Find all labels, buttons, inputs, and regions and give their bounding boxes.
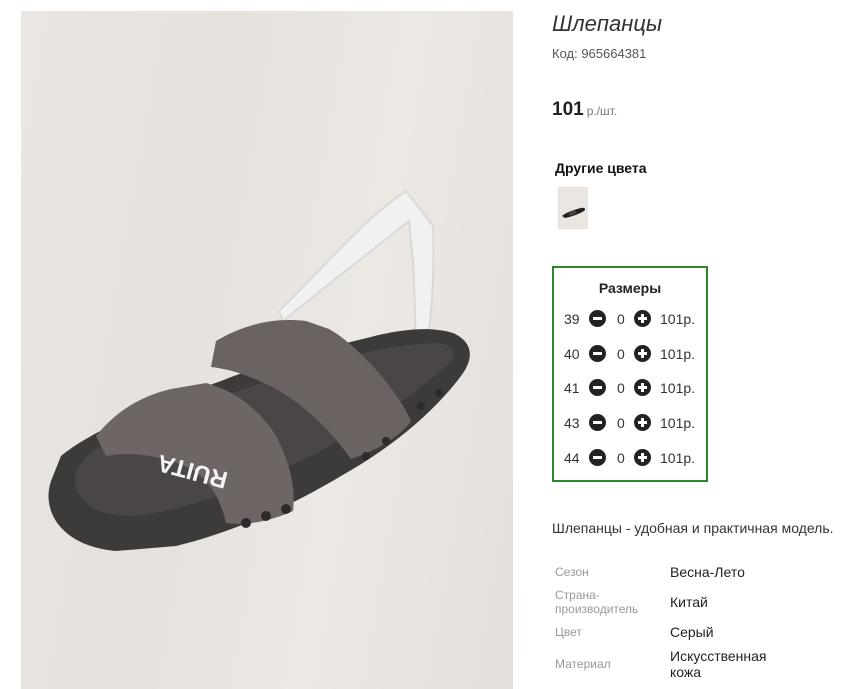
quantity-value: 0 — [617, 380, 625, 396]
price-value: 101 — [552, 99, 584, 120]
size-label: 39 — [564, 311, 580, 327]
attr-value-color: Серый — [670, 624, 714, 640]
product-price: 101 р./шт. — [552, 99, 617, 121]
plus-circle-icon[interactable] — [634, 345, 651, 362]
product-title: Шлепанцы — [552, 11, 663, 36]
plus-circle-icon[interactable] — [634, 379, 651, 396]
attr-label-material: Материал — [555, 657, 611, 671]
attr-value-country: Китай — [670, 594, 708, 610]
other-colors-heading: Другие цвета — [555, 160, 647, 176]
size-price: 101р. — [660, 450, 696, 466]
plus-circle-icon[interactable] — [634, 414, 651, 431]
minus-circle-icon[interactable] — [589, 310, 606, 327]
plus-circle-icon[interactable] — [634, 310, 651, 327]
size-label: 43 — [564, 415, 580, 431]
size-label: 41 — [564, 380, 580, 396]
size-price: 101р. — [660, 311, 696, 327]
size-row: 41 0 101р. — [554, 378, 706, 398]
quantity-value: 0 — [617, 311, 625, 327]
attr-label-country: Страна- производитель — [555, 588, 639, 616]
plus-circle-icon[interactable] — [634, 449, 651, 466]
size-row: 43 0 101р. — [554, 413, 706, 433]
minus-circle-icon[interactable] — [589, 379, 606, 396]
minus-circle-icon[interactable] — [589, 414, 606, 431]
sizes-heading: Размеры — [598, 280, 662, 296]
attr-value-season: Весна-Лето — [670, 564, 745, 580]
size-row: 44 0 101р. — [554, 448, 706, 468]
size-row: 39 0 101р. — [554, 309, 706, 329]
attr-label-season: Сезон — [555, 565, 589, 579]
product-description: Шлепанцы - удобная и практичная модель. — [552, 520, 834, 536]
size-price: 101р. — [660, 415, 696, 431]
sizes-panel: Размеры 39 0 101р. 40 0 101р. 41 0 101р.… — [552, 266, 708, 482]
size-price: 101р. — [660, 380, 696, 396]
product-image[interactable]: RUITA — [21, 11, 513, 689]
size-row: 40 0 101р. — [554, 344, 706, 364]
size-label: 40 — [564, 346, 580, 362]
size-label: 44 — [564, 450, 580, 466]
product-code: Код: 965664381 — [552, 46, 647, 61]
color-variant-thumbnail[interactable] — [558, 187, 588, 229]
quantity-value: 0 — [617, 346, 625, 362]
minus-circle-icon[interactable] — [589, 449, 606, 466]
quantity-value: 0 — [617, 415, 625, 431]
attr-value-material: Искусственная кожа — [670, 648, 767, 680]
attr-label-color: Цвет — [555, 625, 582, 639]
minus-circle-icon[interactable] — [589, 345, 606, 362]
size-price: 101р. — [660, 346, 696, 362]
price-unit: р./шт. — [586, 104, 618, 118]
quantity-value: 0 — [617, 450, 625, 466]
